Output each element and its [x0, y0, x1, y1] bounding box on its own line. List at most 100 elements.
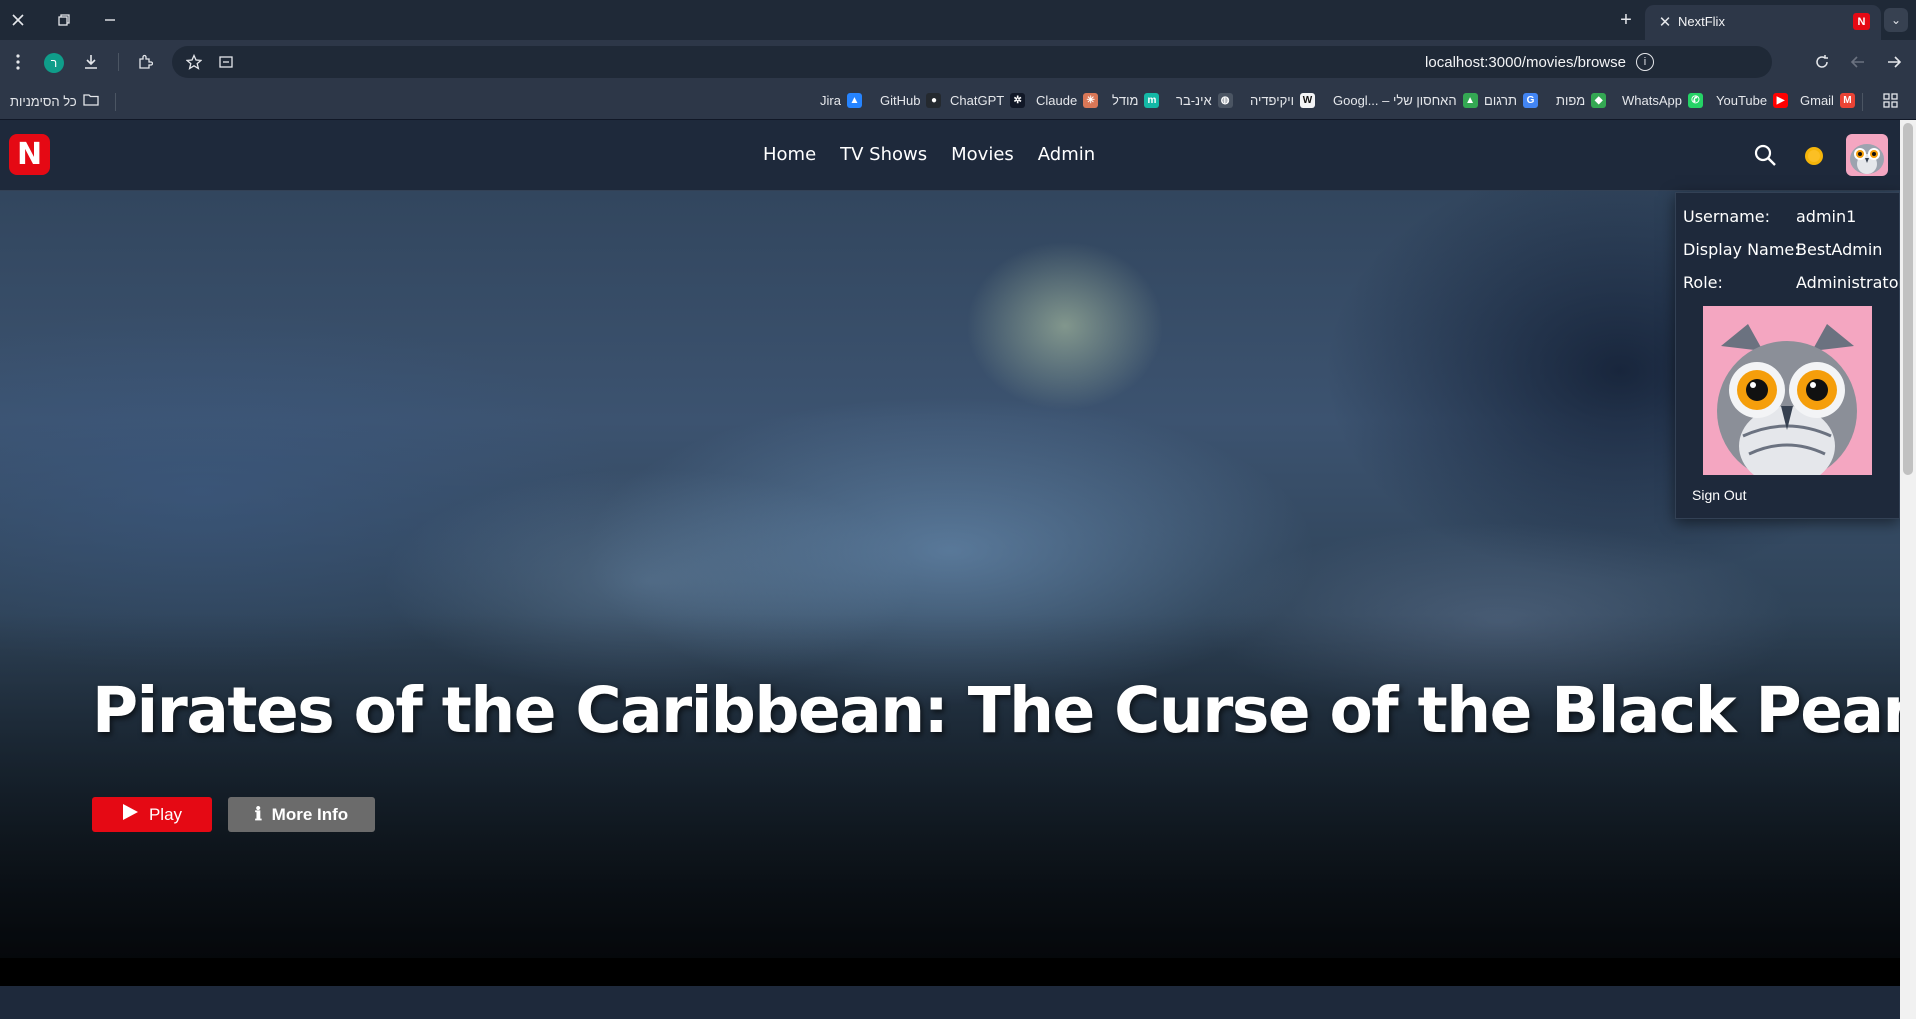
display-name-label: Display Name:: [1683, 240, 1800, 259]
google-drive-icon: ▲: [1462, 93, 1478, 108]
user-avatar[interactable]: [1846, 134, 1888, 176]
toolbar-separator: [118, 53, 119, 71]
bookmark-label: GitHub: [880, 93, 921, 108]
browser-toolbar: ר localhost:3000/movies/browse i: [0, 40, 1916, 84]
youtube-icon: ▶: [1773, 93, 1789, 108]
bookmark-item[interactable]: Jira ▲: [820, 93, 862, 108]
folder-icon: [83, 93, 99, 109]
browser-tab-bar: + ✕ NextFlix N ⌄: [0, 0, 1916, 40]
all-bookmarks-button[interactable]: כל הסימניות: [10, 93, 99, 109]
hero-gradient-overlay: [0, 191, 1900, 958]
bookmark-label: מודל: [1112, 93, 1139, 108]
bookmark-item[interactable]: מפות ◆: [1556, 93, 1607, 108]
bookmark-item[interactable]: ChatGPT ✲: [950, 93, 1026, 108]
url-text: localhost:3000/movies/browse: [1425, 54, 1626, 71]
tab-search-chevron-icon[interactable]: ⌄: [1884, 8, 1908, 32]
bookmark-item[interactable]: ויקיפדיה W: [1250, 93, 1316, 108]
bookmark-star-icon[interactable]: [182, 50, 206, 74]
github-icon: ●: [926, 93, 942, 108]
apps-grid-icon[interactable]: [1883, 93, 1898, 108]
bookmark-label: Claude: [1036, 93, 1078, 108]
bookmark-item[interactable]: מודל m: [1112, 93, 1160, 108]
sign-out-link[interactable]: Sign Out: [1692, 487, 1746, 503]
window-close-icon[interactable]: [6, 8, 30, 32]
nav-link-movies[interactable]: Movies: [951, 144, 1014, 165]
nav-link-home[interactable]: Home: [763, 144, 816, 165]
bookmark-item[interactable]: Gmail M: [1800, 93, 1855, 108]
wikipedia-icon: W: [1300, 93, 1316, 108]
tab-favicon-icon: N: [1853, 13, 1870, 30]
more-info-button-label: More Info: [271, 804, 349, 824]
moodle-icon: m: [1144, 93, 1160, 108]
bookmark-item[interactable]: אינ-בר ◍: [1176, 93, 1233, 108]
bookmark-item[interactable]: GitHub ●: [880, 93, 942, 108]
browser-tab[interactable]: ✕ NextFlix N: [1645, 5, 1881, 40]
chatgpt-icon: ✲: [1010, 93, 1026, 108]
hero-bottom-band: [0, 958, 1900, 986]
new-tab-button[interactable]: +: [1614, 8, 1638, 32]
web-page: N Home TV Shows Movies Admin Pirates of …: [0, 120, 1900, 1019]
search-icon[interactable]: [1753, 143, 1777, 167]
bookmarks-bar: כל הסימניות Jira ▲ GitHub ● ChatGPT ✲ Claude ✳ מ…: [0, 84, 1916, 120]
theme-toggle-sun-icon[interactable]: [1802, 144, 1826, 168]
bookmarks-separator: [1862, 93, 1863, 111]
bookmark-label: ויקיפדיה: [1250, 93, 1295, 108]
nav-link-admin[interactable]: Admin: [1038, 144, 1095, 165]
bookmark-label: WhatsApp: [1622, 93, 1682, 108]
username-label: Username:: [1683, 207, 1770, 226]
reload-icon[interactable]: [1810, 50, 1834, 74]
extensions-icon[interactable]: [133, 50, 157, 74]
tab-title: NextFlix: [1678, 14, 1725, 29]
play-icon: [122, 803, 139, 826]
scrollbar-thumb[interactable]: [1903, 123, 1913, 475]
more-info-button[interactable]: ℹ More Info: [228, 797, 375, 832]
google-maps-icon: ◆: [1591, 93, 1607, 108]
download-icon[interactable]: [79, 50, 103, 74]
nav-link-tv-shows[interactable]: TV Shows: [840, 144, 927, 165]
bookmark-label: מפות: [1556, 93, 1586, 108]
browser-menu-icon[interactable]: [6, 50, 30, 74]
bookmark-item[interactable]: Googl... – האחסון שלי ▲: [1333, 93, 1478, 108]
nextflix-logo[interactable]: N: [9, 134, 50, 175]
info-icon: ℹ: [254, 804, 262, 825]
main-nav: Home TV Shows Movies Admin: [763, 144, 1095, 165]
profile-dropdown: Username: admin1 Display Name: BestAdmin…: [1675, 192, 1900, 519]
gmail-icon: M: [1839, 93, 1855, 108]
bookmark-item[interactable]: WhatsApp ✆: [1622, 93, 1703, 108]
bookmark-label: תרגום: [1484, 93, 1517, 108]
window-restore-icon[interactable]: [52, 8, 76, 32]
bookmarks-separator: [115, 93, 116, 111]
bookmark-label: Jira: [820, 93, 841, 108]
cast-tab-icon[interactable]: [214, 50, 238, 74]
jira-icon: ▲: [846, 93, 862, 108]
hero-banner: Pirates of the Caribbean: The Curse of t…: [0, 191, 1900, 958]
page-scrollbar[interactable]: [1900, 120, 1916, 1019]
username-value: admin1: [1796, 207, 1857, 226]
globe-icon: ◍: [1217, 93, 1233, 108]
window-minimize-icon[interactable]: [98, 8, 122, 32]
bookmark-label: אינ-בר: [1176, 93, 1212, 108]
profile-picture: [1703, 306, 1872, 475]
bookmark-item[interactable]: YouTube ▶: [1716, 93, 1789, 108]
app-navbar: N Home TV Shows Movies Admin: [0, 120, 1900, 191]
google-translate-icon: G: [1522, 93, 1538, 108]
profile-avatar-icon[interactable]: ר: [44, 53, 64, 73]
bookmark-item[interactable]: תרגום G: [1484, 93, 1538, 108]
forward-arrow-icon[interactable]: [1882, 50, 1906, 74]
bookmark-label: Gmail: [1800, 93, 1834, 108]
bookmark-label: YouTube: [1716, 93, 1768, 108]
play-button-label: Play: [148, 804, 183, 824]
play-button[interactable]: Play: [92, 797, 212, 832]
address-bar[interactable]: localhost:3000/movies/browse i: [172, 46, 1772, 78]
bookmark-label: ChatGPT: [950, 93, 1005, 108]
tab-close-icon[interactable]: ✕: [1655, 12, 1675, 32]
site-info-icon[interactable]: i: [1636, 53, 1654, 71]
back-arrow-icon[interactable]: [1846, 50, 1870, 74]
all-bookmarks-label: כל הסימניות: [10, 93, 77, 109]
whatsapp-icon: ✆: [1687, 93, 1703, 108]
role-value: Administrator: [1796, 273, 1900, 292]
role-label: Role:: [1683, 273, 1723, 292]
bookmark-item[interactable]: Claude ✳: [1036, 93, 1099, 108]
bookmark-label: Googl... – האחסון שלי: [1333, 93, 1457, 108]
hero-title: Pirates of the Caribbean: The Curse of t…: [92, 674, 1900, 747]
